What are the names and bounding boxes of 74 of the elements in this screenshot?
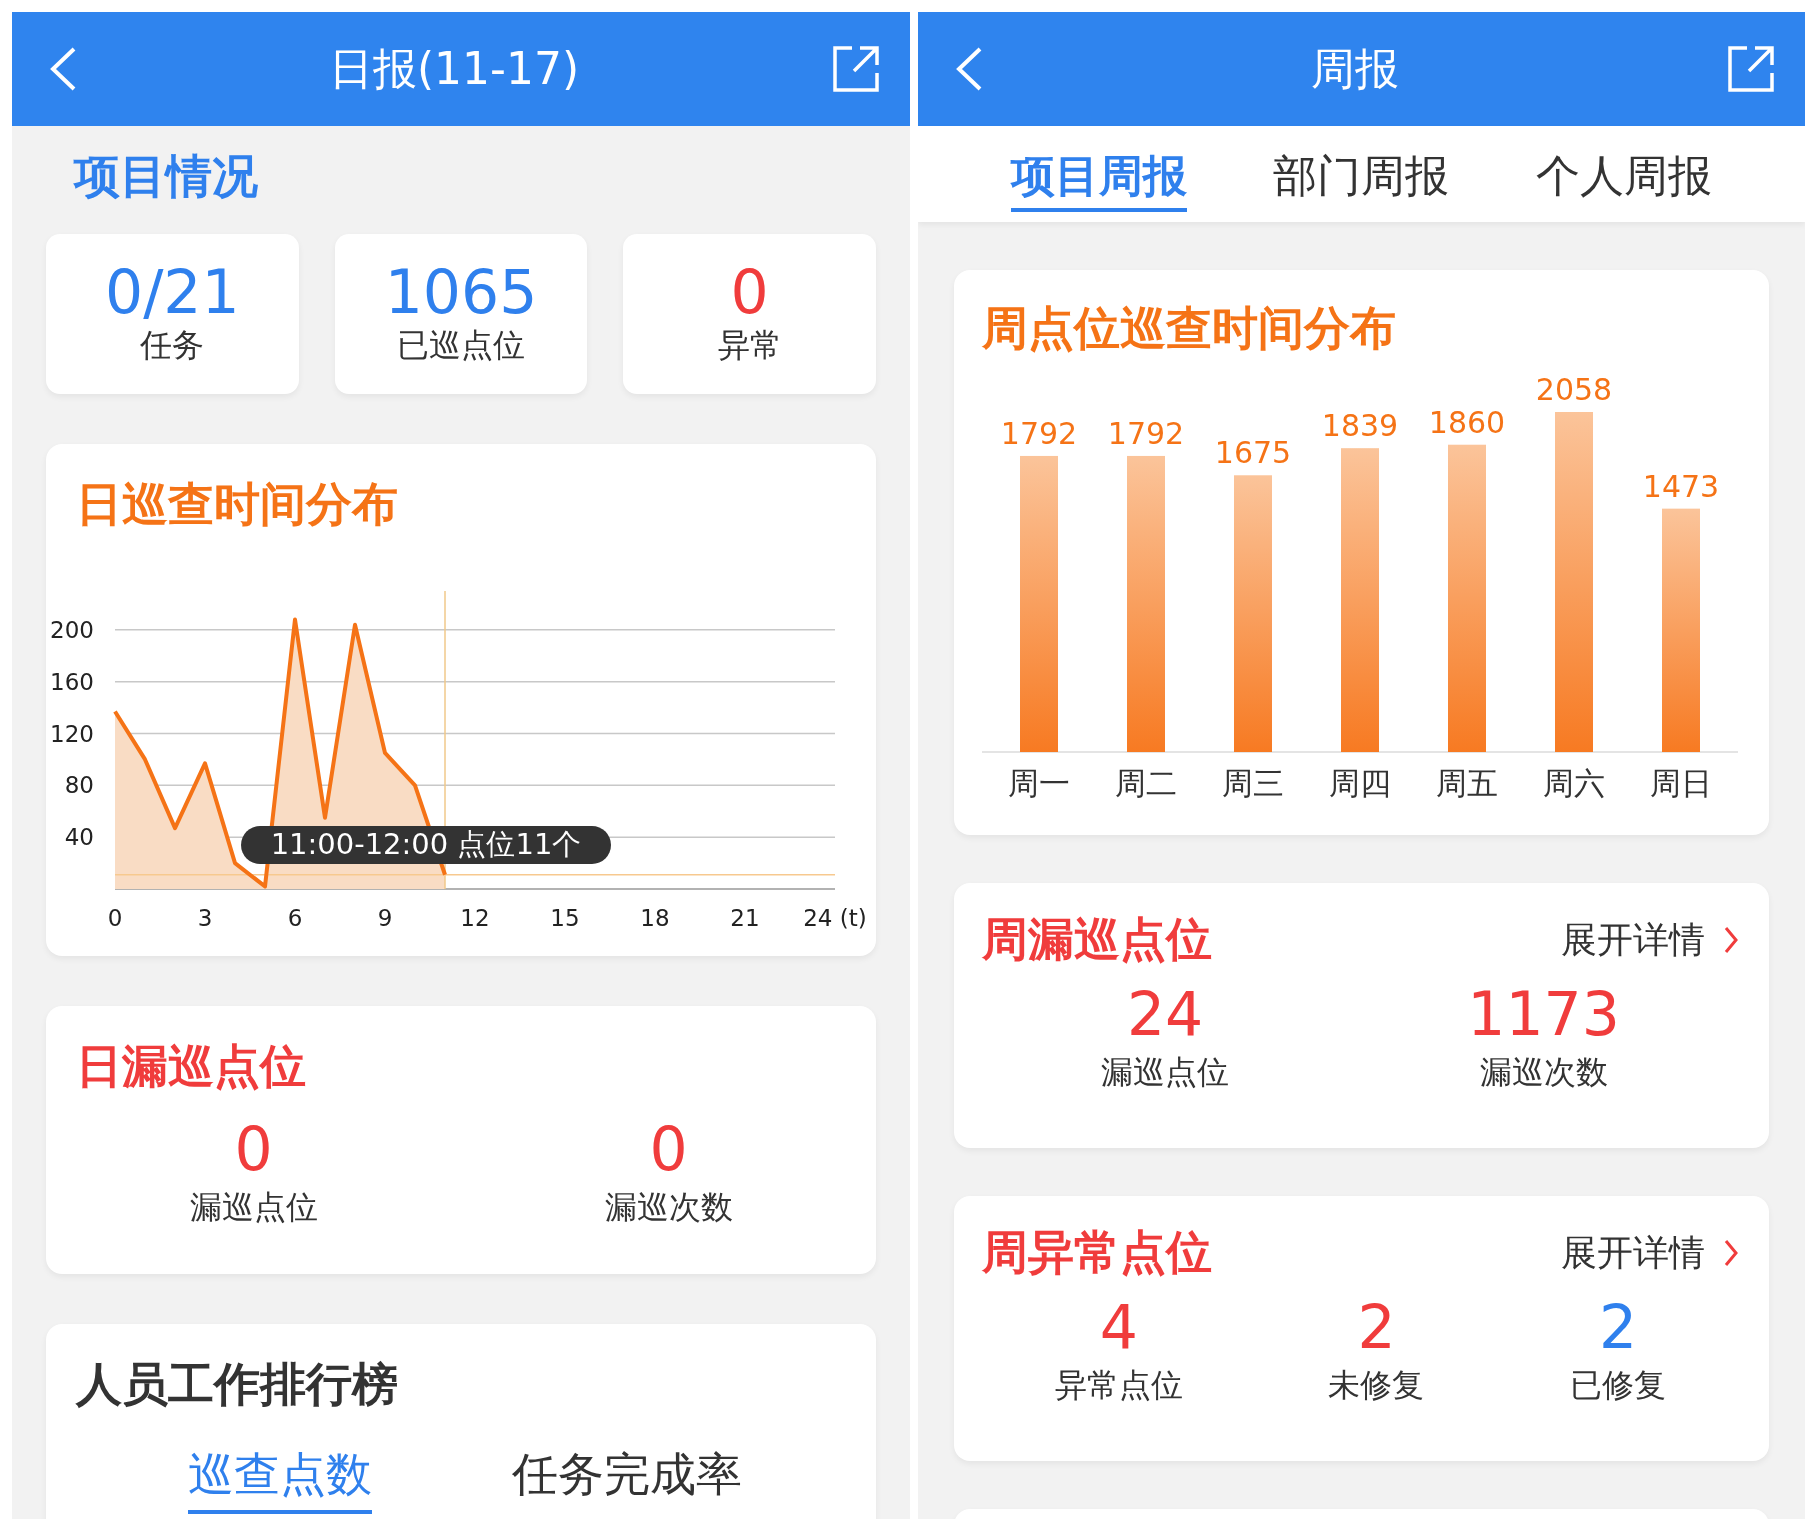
data-label: 1839 xyxy=(1321,408,1399,444)
stat-label: 漏巡次数 xyxy=(1479,1052,1608,1093)
stat-value: 0 xyxy=(234,1116,273,1182)
data-label: 2058 xyxy=(1535,372,1613,407)
expand-link[interactable]: 展开详情 xyxy=(1561,1228,1739,1278)
share-icon[interactable] xyxy=(830,43,882,95)
x-tick-label: 6 xyxy=(287,905,303,931)
chevron-right-icon xyxy=(1723,925,1739,955)
tab[interactable]: 部门周报 xyxy=(1273,147,1450,212)
card-title: 日漏巡点位 xyxy=(76,1038,306,1095)
stat-label: 已巡点位 xyxy=(397,324,525,366)
stat-value: 24 xyxy=(1126,981,1204,1047)
stat-card[interactable]: 0 异常 xyxy=(623,234,876,394)
card-title: 人员工作排行榜 xyxy=(76,1356,398,1413)
data-label: 1860 xyxy=(1428,404,1506,440)
stat-value: 1173 xyxy=(1467,981,1620,1047)
category-label: 周六 xyxy=(1543,765,1605,801)
stat-value: 2 xyxy=(1357,1294,1396,1360)
x-tick-label: 12 xyxy=(460,905,490,931)
x-tick-label: 18 xyxy=(640,905,670,931)
x-tick-label: 24 (t) xyxy=(803,905,867,931)
stat-card[interactable]: 0/21 任务 xyxy=(46,234,299,394)
stat-value: 0 xyxy=(730,260,769,324)
data-label: 1792 xyxy=(1107,415,1185,451)
stat-label: 已修复 xyxy=(1570,1365,1667,1406)
tab[interactable]: 任务完成率 xyxy=(512,1444,742,1514)
y-tick-label: 40 xyxy=(64,824,94,851)
card-title: 日巡查时间分布 xyxy=(76,476,398,533)
category-label: 周二 xyxy=(1115,765,1177,801)
back-icon[interactable] xyxy=(954,46,984,92)
stat-label: 漏巡次数 xyxy=(604,1187,733,1228)
data-label: 1675 xyxy=(1214,435,1292,471)
share-icon[interactable] xyxy=(1725,43,1777,95)
y-tick-label: 80 xyxy=(64,772,94,799)
chart-tooltip: 11:00-12:00 点位11个 xyxy=(241,826,611,864)
stat-label: 异常点位 xyxy=(1054,1365,1183,1406)
data-label: 1792 xyxy=(1000,415,1078,451)
x-tick-label: 15 xyxy=(550,905,580,931)
expand-link[interactable]: 展开详情 xyxy=(1561,915,1739,965)
x-tick-label: 0 xyxy=(107,905,123,931)
stat-label: 未修复 xyxy=(1328,1365,1425,1406)
y-tick-label: 200 xyxy=(50,616,94,643)
stat-card[interactable]: 1065 已巡点位 xyxy=(334,234,588,394)
category-label: 周五 xyxy=(1436,765,1498,801)
x-tick-label: 3 xyxy=(197,905,213,931)
stat-label: 漏巡点位 xyxy=(189,1187,318,1228)
card-title: 周异常点位 xyxy=(982,1224,1212,1281)
stat-value: 0 xyxy=(649,1116,688,1182)
stat-value: 4 xyxy=(1099,1294,1138,1360)
stat-value: 1065 xyxy=(384,260,538,324)
x-tick-label: 21 xyxy=(730,905,760,931)
category-label: 周一 xyxy=(1008,765,1070,801)
stat-label: 漏巡点位 xyxy=(1101,1052,1230,1093)
data-label: 1473 xyxy=(1642,468,1720,504)
chevron-right-icon xyxy=(1723,1238,1739,1268)
card-title: 周点位巡查时间分布 xyxy=(982,300,1396,357)
page-title: 日报(11-17) xyxy=(328,41,580,96)
stat-label: 任务 xyxy=(140,324,205,366)
stat-value: 0/21 xyxy=(104,260,240,324)
category-label: 周三 xyxy=(1222,765,1284,801)
page-title: 周报 xyxy=(1310,41,1399,96)
x-tick-label: 9 xyxy=(377,905,393,931)
stat-label: 异常 xyxy=(717,324,782,366)
y-tick-label: 120 xyxy=(50,720,94,747)
tab[interactable]: 个人周报 xyxy=(1535,147,1712,212)
category-label: 周四 xyxy=(1329,765,1391,801)
section-title: 项目情况 xyxy=(72,148,259,205)
card-title: 周漏巡点位 xyxy=(982,911,1212,968)
back-icon[interactable] xyxy=(48,46,78,92)
y-tick-label: 160 xyxy=(50,668,94,695)
tab[interactable]: 巡查点数 xyxy=(188,1444,372,1514)
category-label: 周日 xyxy=(1650,765,1712,801)
tab[interactable]: 项目周报 xyxy=(1011,147,1188,212)
stat-value: 2 xyxy=(1599,1294,1638,1360)
